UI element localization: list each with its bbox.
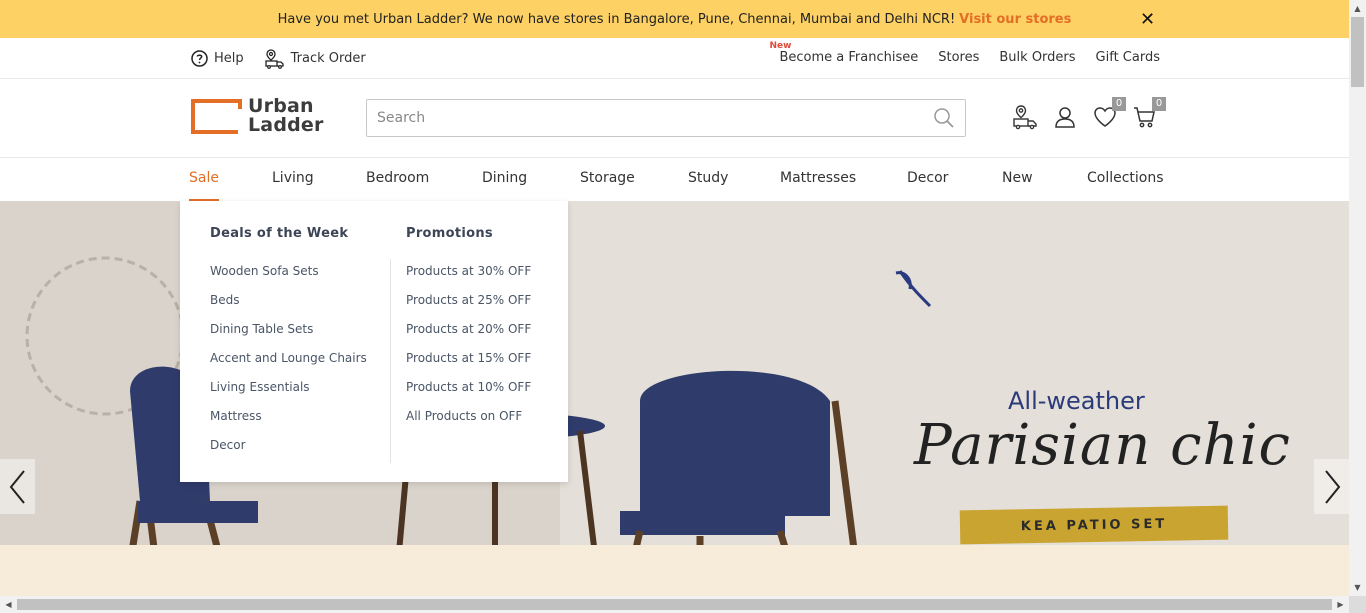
- chevron-left-icon: [9, 469, 25, 504]
- chevron-right-icon: [1324, 469, 1340, 504]
- menu-link-living-essentials[interactable]: Living Essentials: [210, 380, 310, 394]
- logo-text-ladder: Ladder: [248, 114, 324, 136]
- announcement-text: Have you met Urban Ladder? We now have s…: [277, 11, 956, 27]
- search-icon[interactable]: [933, 107, 955, 129]
- cart-button[interactable]: 0: [1132, 97, 1166, 130]
- logo[interactable]: Urban Ladder: [191, 97, 324, 135]
- vertical-scrollbar[interactable]: ▲ ▼: [1349, 0, 1366, 596]
- track-delivery-button[interactable]: [1012, 104, 1038, 130]
- menu-divider: [390, 259, 391, 463]
- floor-strip: [0, 545, 1349, 596]
- menu-link-all-products-off[interactable]: All Products on OFF: [406, 409, 522, 423]
- hero-product-tag: KEA PATIO SET: [959, 505, 1229, 545]
- scroll-right-arrow-icon[interactable]: ▶: [1332, 596, 1349, 613]
- search-box: [366, 99, 966, 137]
- bulk-orders-link[interactable]: Bulk Orders: [999, 50, 1075, 65]
- page: Have you met Urban Ladder? We now have s…: [0, 0, 1349, 596]
- nav-collections[interactable]: Collections: [1087, 170, 1164, 186]
- nav-mattresses[interactable]: Mattresses: [780, 170, 856, 186]
- hero-title: Parisian chic: [914, 413, 1291, 478]
- user-icon: [1055, 107, 1075, 128]
- help-link[interactable]: Help: [191, 50, 244, 67]
- menu-link-15-off[interactable]: Products at 15% OFF: [406, 351, 531, 365]
- nav-bedroom[interactable]: Bedroom: [366, 170, 429, 186]
- account-button[interactable]: [1052, 104, 1078, 130]
- main-nav: Sale Living Bedroom Dining Storage Study…: [0, 158, 1349, 201]
- scrollbar-corner: [1349, 596, 1366, 613]
- scroll-left-arrow-icon[interactable]: ◀: [0, 596, 17, 613]
- search-input[interactable]: [377, 110, 933, 126]
- utility-bar: Help Track Order New Become a Franchisee: [0, 38, 1349, 79]
- menu-link-decor[interactable]: Decor: [210, 438, 246, 452]
- menu-link-10-off[interactable]: Products at 10% OFF: [406, 380, 531, 394]
- track-order-icon: [264, 49, 284, 69]
- carousel-prev-button[interactable]: [0, 459, 35, 514]
- sale-mega-menu: Deals of the Week Wooden Sofa Sets Beds …: [180, 201, 568, 482]
- wishlist-button[interactable]: 0: [1092, 97, 1126, 130]
- carousel-next-button[interactable]: [1314, 459, 1349, 514]
- help-label: Help: [214, 51, 244, 66]
- become-franchisee-link[interactable]: New Become a Franchisee: [769, 41, 919, 65]
- stores-link[interactable]: Stores: [938, 50, 979, 65]
- site-header: Urban Ladder Search 0 0: [0, 79, 1349, 158]
- new-badge: New: [769, 41, 792, 51]
- close-icon[interactable]: ✕: [1140, 9, 1155, 30]
- nav-dining[interactable]: Dining: [482, 170, 527, 186]
- gift-cards-link[interactable]: Gift Cards: [1096, 50, 1160, 65]
- help-circle-icon: [191, 50, 208, 67]
- menu-link-accent-lounge-chairs[interactable]: Accent and Lounge Chairs: [210, 351, 367, 365]
- cart-count-badge: 0: [1152, 97, 1166, 111]
- become-franchisee-label: Become a Franchisee: [779, 50, 919, 65]
- horizontal-scrollbar[interactable]: ◀ ▶: [0, 596, 1349, 613]
- menu-link-30-off[interactable]: Products at 30% OFF: [406, 264, 531, 278]
- wishlist-count-badge: 0: [1112, 97, 1126, 111]
- visit-stores-link[interactable]: Visit our stores: [959, 12, 1071, 27]
- nav-living[interactable]: Living: [272, 170, 314, 186]
- nav-decor[interactable]: Decor: [907, 170, 948, 186]
- delivery-truck-icon: [1013, 105, 1037, 130]
- track-order-link[interactable]: Track Order: [264, 48, 366, 69]
- announcement-bar: Have you met Urban Ladder? We now have s…: [0, 0, 1349, 38]
- nav-study[interactable]: Study: [688, 170, 728, 186]
- horizontal-scroll-thumb[interactable]: [17, 599, 1332, 610]
- menu-link-wooden-sofa-sets[interactable]: Wooden Sofa Sets: [210, 264, 319, 278]
- menu-link-20-off[interactable]: Products at 20% OFF: [406, 322, 531, 336]
- promotions-heading: Promotions: [406, 226, 493, 241]
- deals-of-the-week-heading: Deals of the Week: [210, 226, 349, 241]
- hero-subtitle: All-weather: [1008, 387, 1145, 415]
- scroll-up-arrow-icon[interactable]: ▲: [1349, 0, 1366, 17]
- track-order-label: Track Order: [290, 51, 366, 66]
- nav-new[interactable]: New: [1002, 170, 1033, 186]
- vertical-scroll-thumb[interactable]: [1351, 17, 1364, 87]
- scroll-down-arrow-icon[interactable]: ▼: [1349, 579, 1366, 596]
- menu-link-beds[interactable]: Beds: [210, 293, 239, 307]
- logo-mark-icon: [191, 98, 242, 134]
- nav-sale[interactable]: Sale: [189, 170, 219, 201]
- menu-link-25-off[interactable]: Products at 25% OFF: [406, 293, 531, 307]
- menu-link-mattress[interactable]: Mattress: [210, 409, 262, 423]
- menu-link-dining-table-sets[interactable]: Dining Table Sets: [210, 322, 313, 336]
- nav-storage[interactable]: Storage: [580, 170, 635, 186]
